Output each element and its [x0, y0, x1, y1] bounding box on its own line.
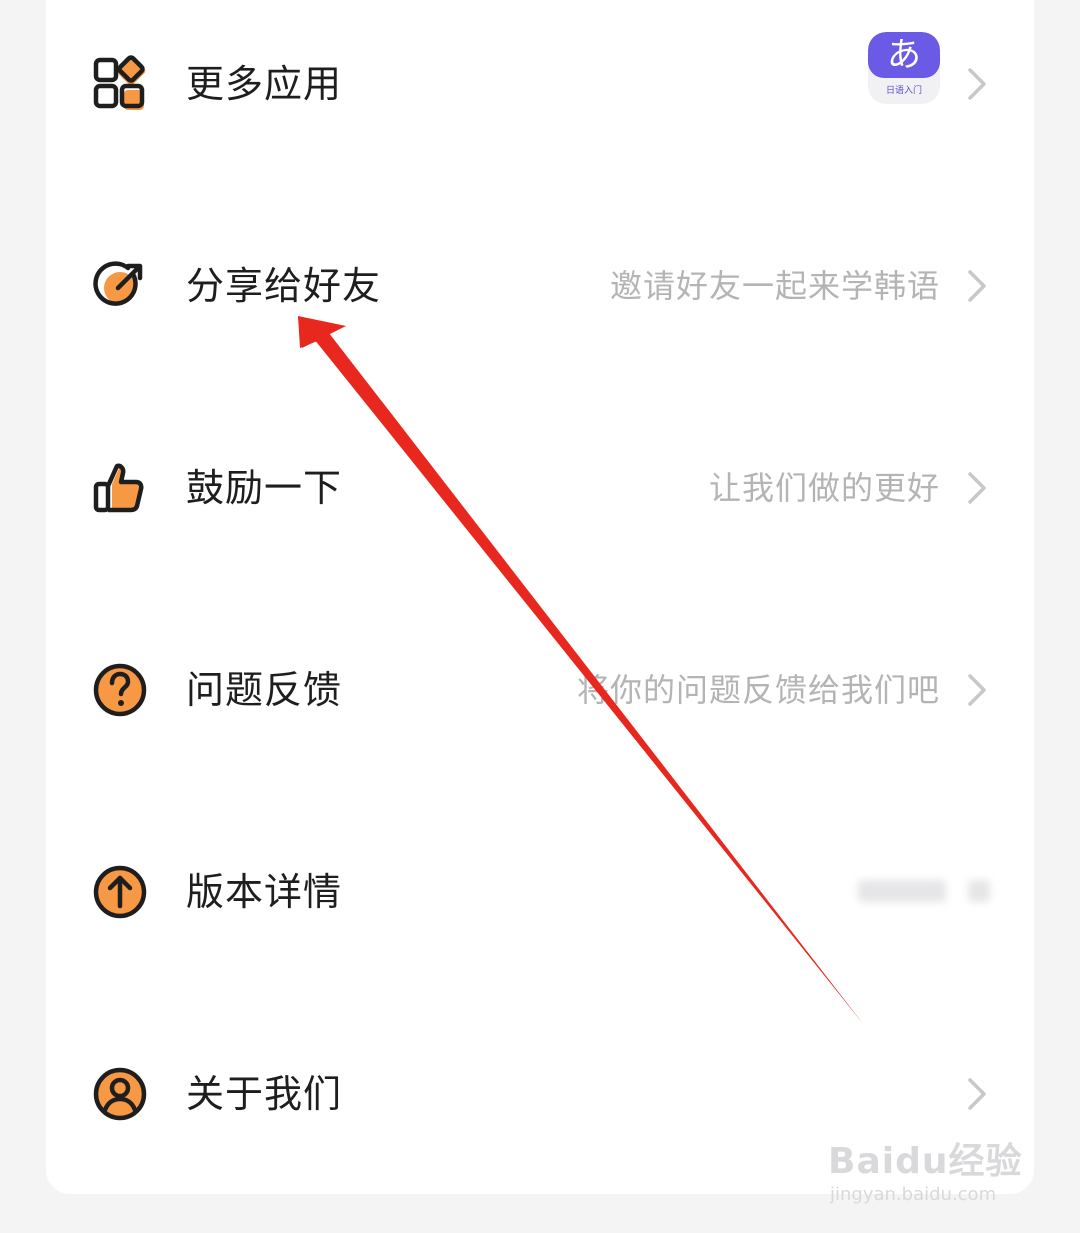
- upload-arrow-icon: [90, 862, 150, 922]
- menu-item-label: 关于我们: [186, 1072, 343, 1116]
- menu-item-description: 将你的问题反馈给我们吧: [576, 671, 940, 709]
- menu-item-label: 鼓励一下: [186, 466, 343, 510]
- user-icon: [90, 1064, 150, 1124]
- share-icon: [90, 256, 150, 316]
- version-number-blurred: [858, 880, 946, 902]
- chevron-right-icon: [966, 66, 988, 102]
- menu-item-label: 更多应用: [186, 62, 343, 106]
- grid-apps-icon: [90, 54, 150, 114]
- question-icon: [90, 660, 150, 720]
- menu-item-more-apps[interactable]: 更多应用 あ 日语入门: [46, 0, 1034, 184]
- menu-item-label: 分享给好友: [186, 264, 382, 308]
- menu-item-label: 问题反馈: [186, 668, 343, 712]
- menu-item-label: 版本详情: [186, 870, 343, 914]
- menu-item-encourage[interactable]: 鼓励一下 让我们做的更好: [46, 388, 1034, 588]
- version-indicator-blurred: [968, 880, 990, 902]
- menu-item-share[interactable]: 分享给好友 邀请好友一起来学韩语: [46, 186, 1034, 386]
- menu-item-feedback[interactable]: 问题反馈 将你的问题反馈给我们吧: [46, 590, 1034, 790]
- menu-item-about[interactable]: 关于我们: [46, 994, 1034, 1194]
- menu-item-description: 邀请好友一起来学韩语: [609, 267, 940, 305]
- menu-item-version[interactable]: 版本详情: [46, 792, 1034, 992]
- chevron-right-icon: [966, 470, 988, 506]
- app-badge-japanese: あ 日语入门: [868, 32, 940, 104]
- menu-item-description: 让我们做的更好: [708, 469, 940, 507]
- thumbs-up-icon: [90, 458, 150, 518]
- chevron-right-icon: [966, 1076, 988, 1112]
- app-badge-caption: 日语入门: [885, 86, 922, 96]
- chevron-right-icon: [966, 268, 988, 304]
- app-badge-glyph: あ: [887, 35, 921, 75]
- chevron-right-icon: [966, 672, 988, 708]
